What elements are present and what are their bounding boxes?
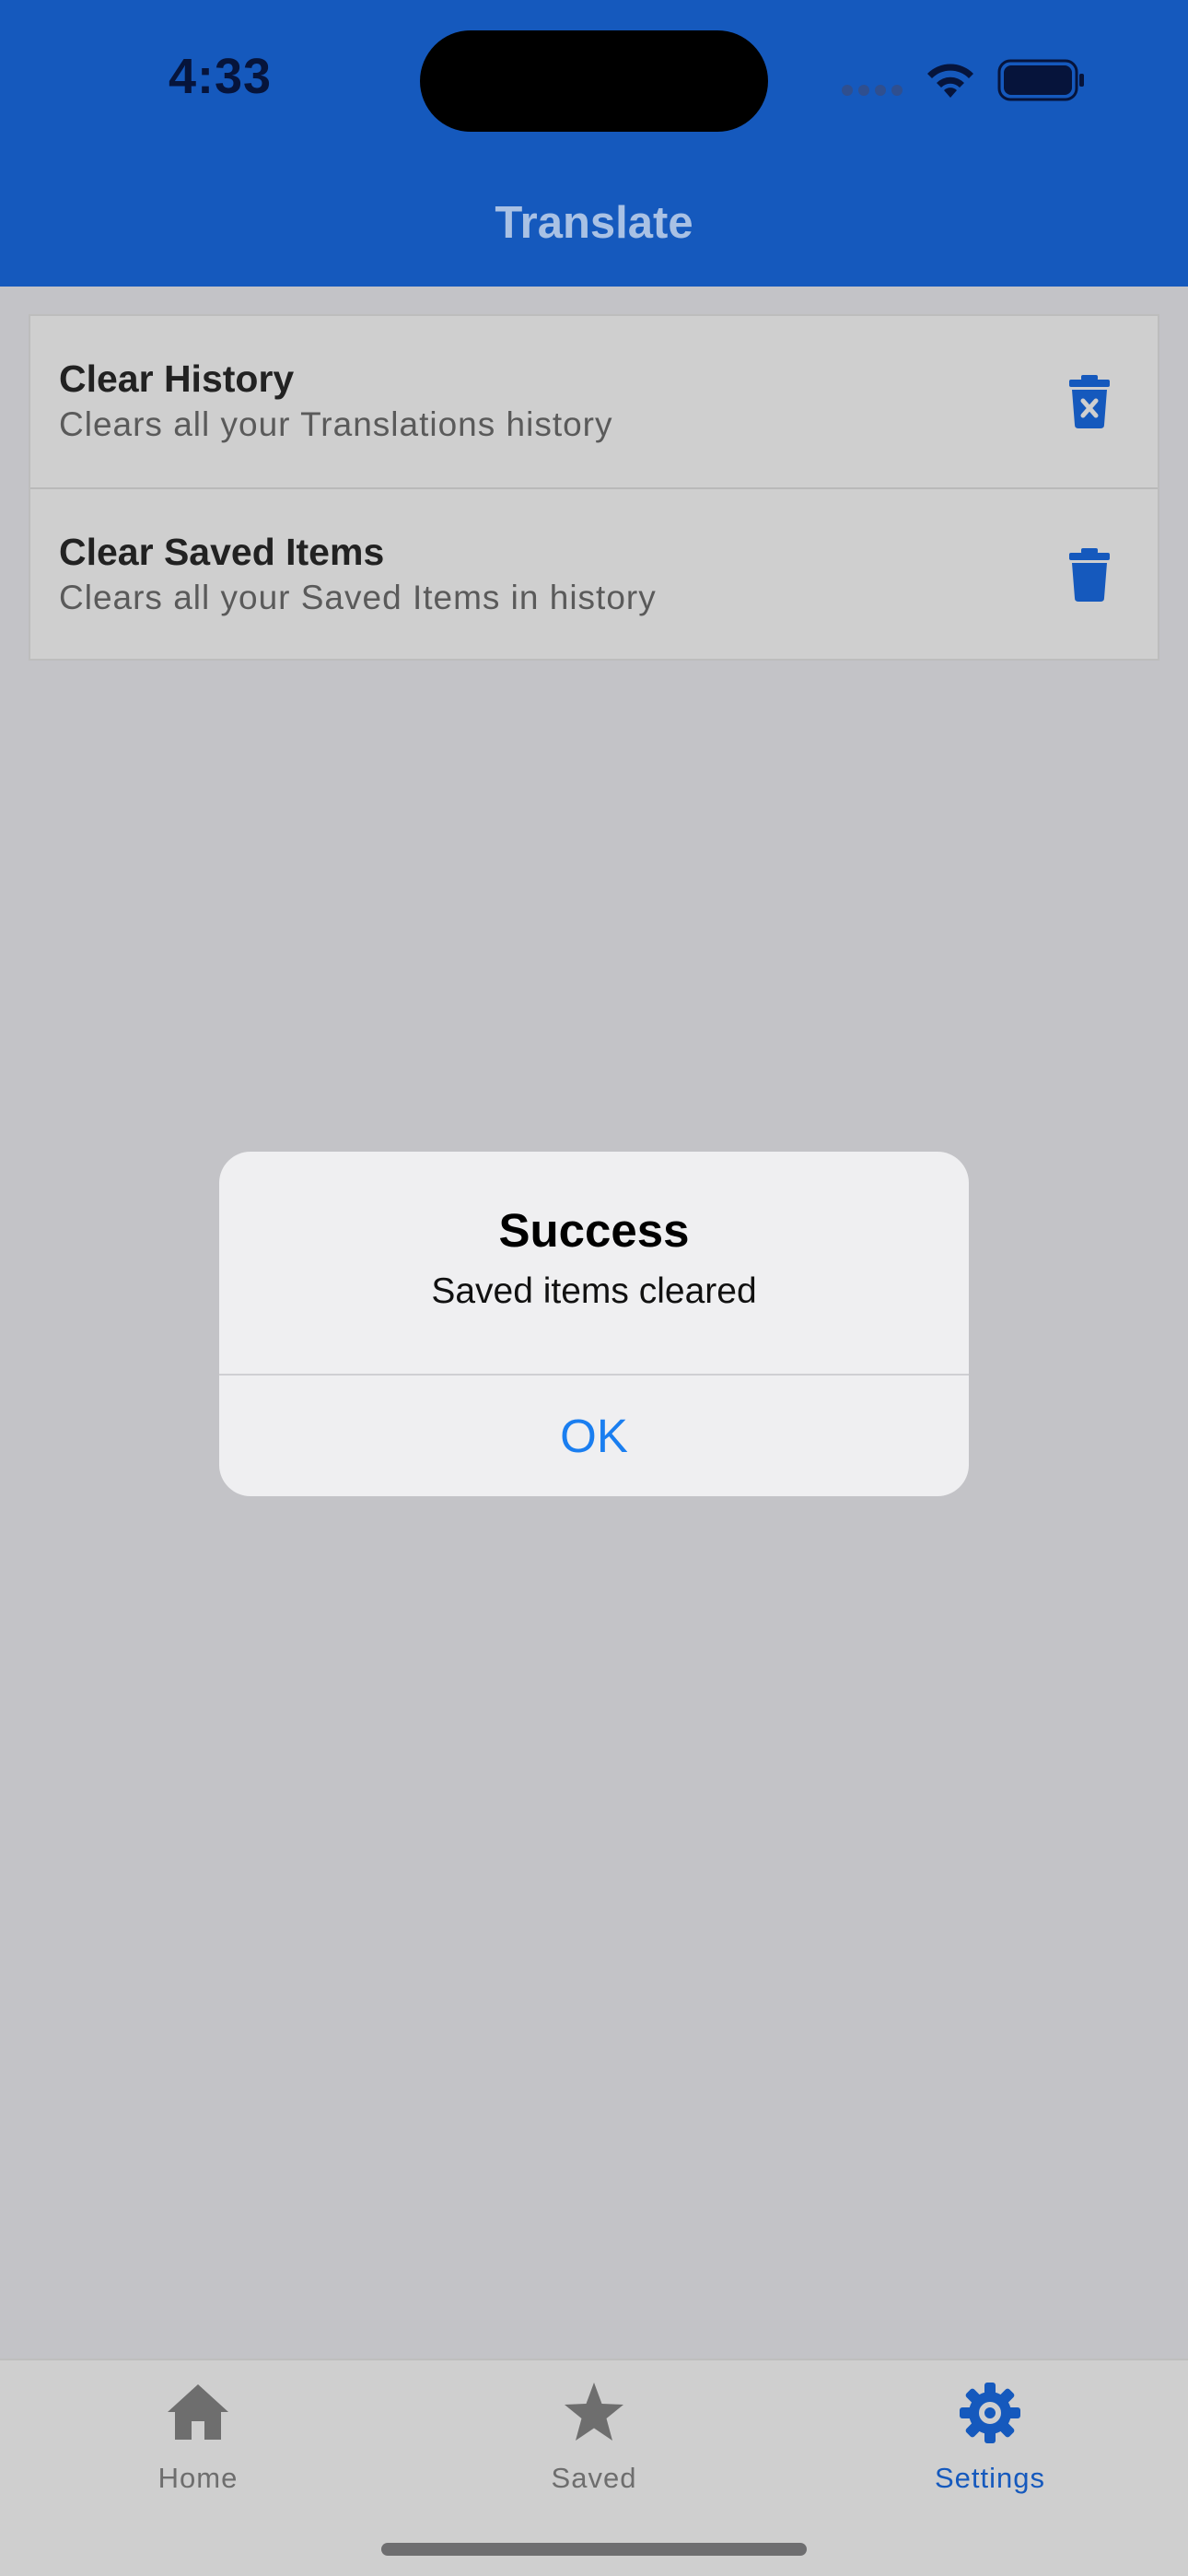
- app-header: 4:33 Translate: [0, 0, 1188, 287]
- cellular-signal-icon: [842, 85, 904, 96]
- row-title: Clear History: [59, 357, 295, 400]
- row-subtitle: Clears all your Translations history: [59, 405, 613, 443]
- dynamic-island: [420, 30, 768, 132]
- tab-label: Home: [157, 2462, 239, 2494]
- home-icon: [168, 2384, 228, 2440]
- clear-saved-items-row[interactable]: Clear Saved Items Clears all your Saved …: [30, 489, 1158, 662]
- trash-x-icon[interactable]: [1069, 375, 1110, 428]
- battery-icon: [997, 59, 1084, 101]
- tab-label: Saved: [551, 2462, 637, 2494]
- trash-icon[interactable]: [1069, 548, 1110, 602]
- home-indicator: [381, 2543, 807, 2556]
- gear-icon: [960, 2383, 1020, 2443]
- success-alert: Success Saved items cleared OK: [219, 1152, 969, 1496]
- alert-title: Success: [498, 1204, 690, 1257]
- row-title: Clear Saved Items: [59, 531, 385, 573]
- status-time: 4:33: [169, 49, 273, 104]
- clear-history-row[interactable]: Clear History Clears all your Translatio…: [30, 316, 1158, 489]
- alert-message: Saved items cleared: [431, 1271, 757, 1311]
- star-icon: [565, 2383, 623, 2441]
- tab-settings[interactable]: Settings: [792, 2360, 1188, 2508]
- settings-list: Clear History Clears all your Translatio…: [29, 314, 1159, 661]
- tab-home[interactable]: Home: [0, 2360, 396, 2508]
- row-subtitle: Clears all your Saved Items in history: [59, 579, 657, 616]
- tab-label: Settings: [934, 2462, 1045, 2494]
- ok-button[interactable]: OK: [219, 1376, 969, 1496]
- tab-saved[interactable]: Saved: [396, 2360, 792, 2508]
- wifi-icon: [927, 64, 973, 98]
- page-title: Translate: [495, 198, 693, 248]
